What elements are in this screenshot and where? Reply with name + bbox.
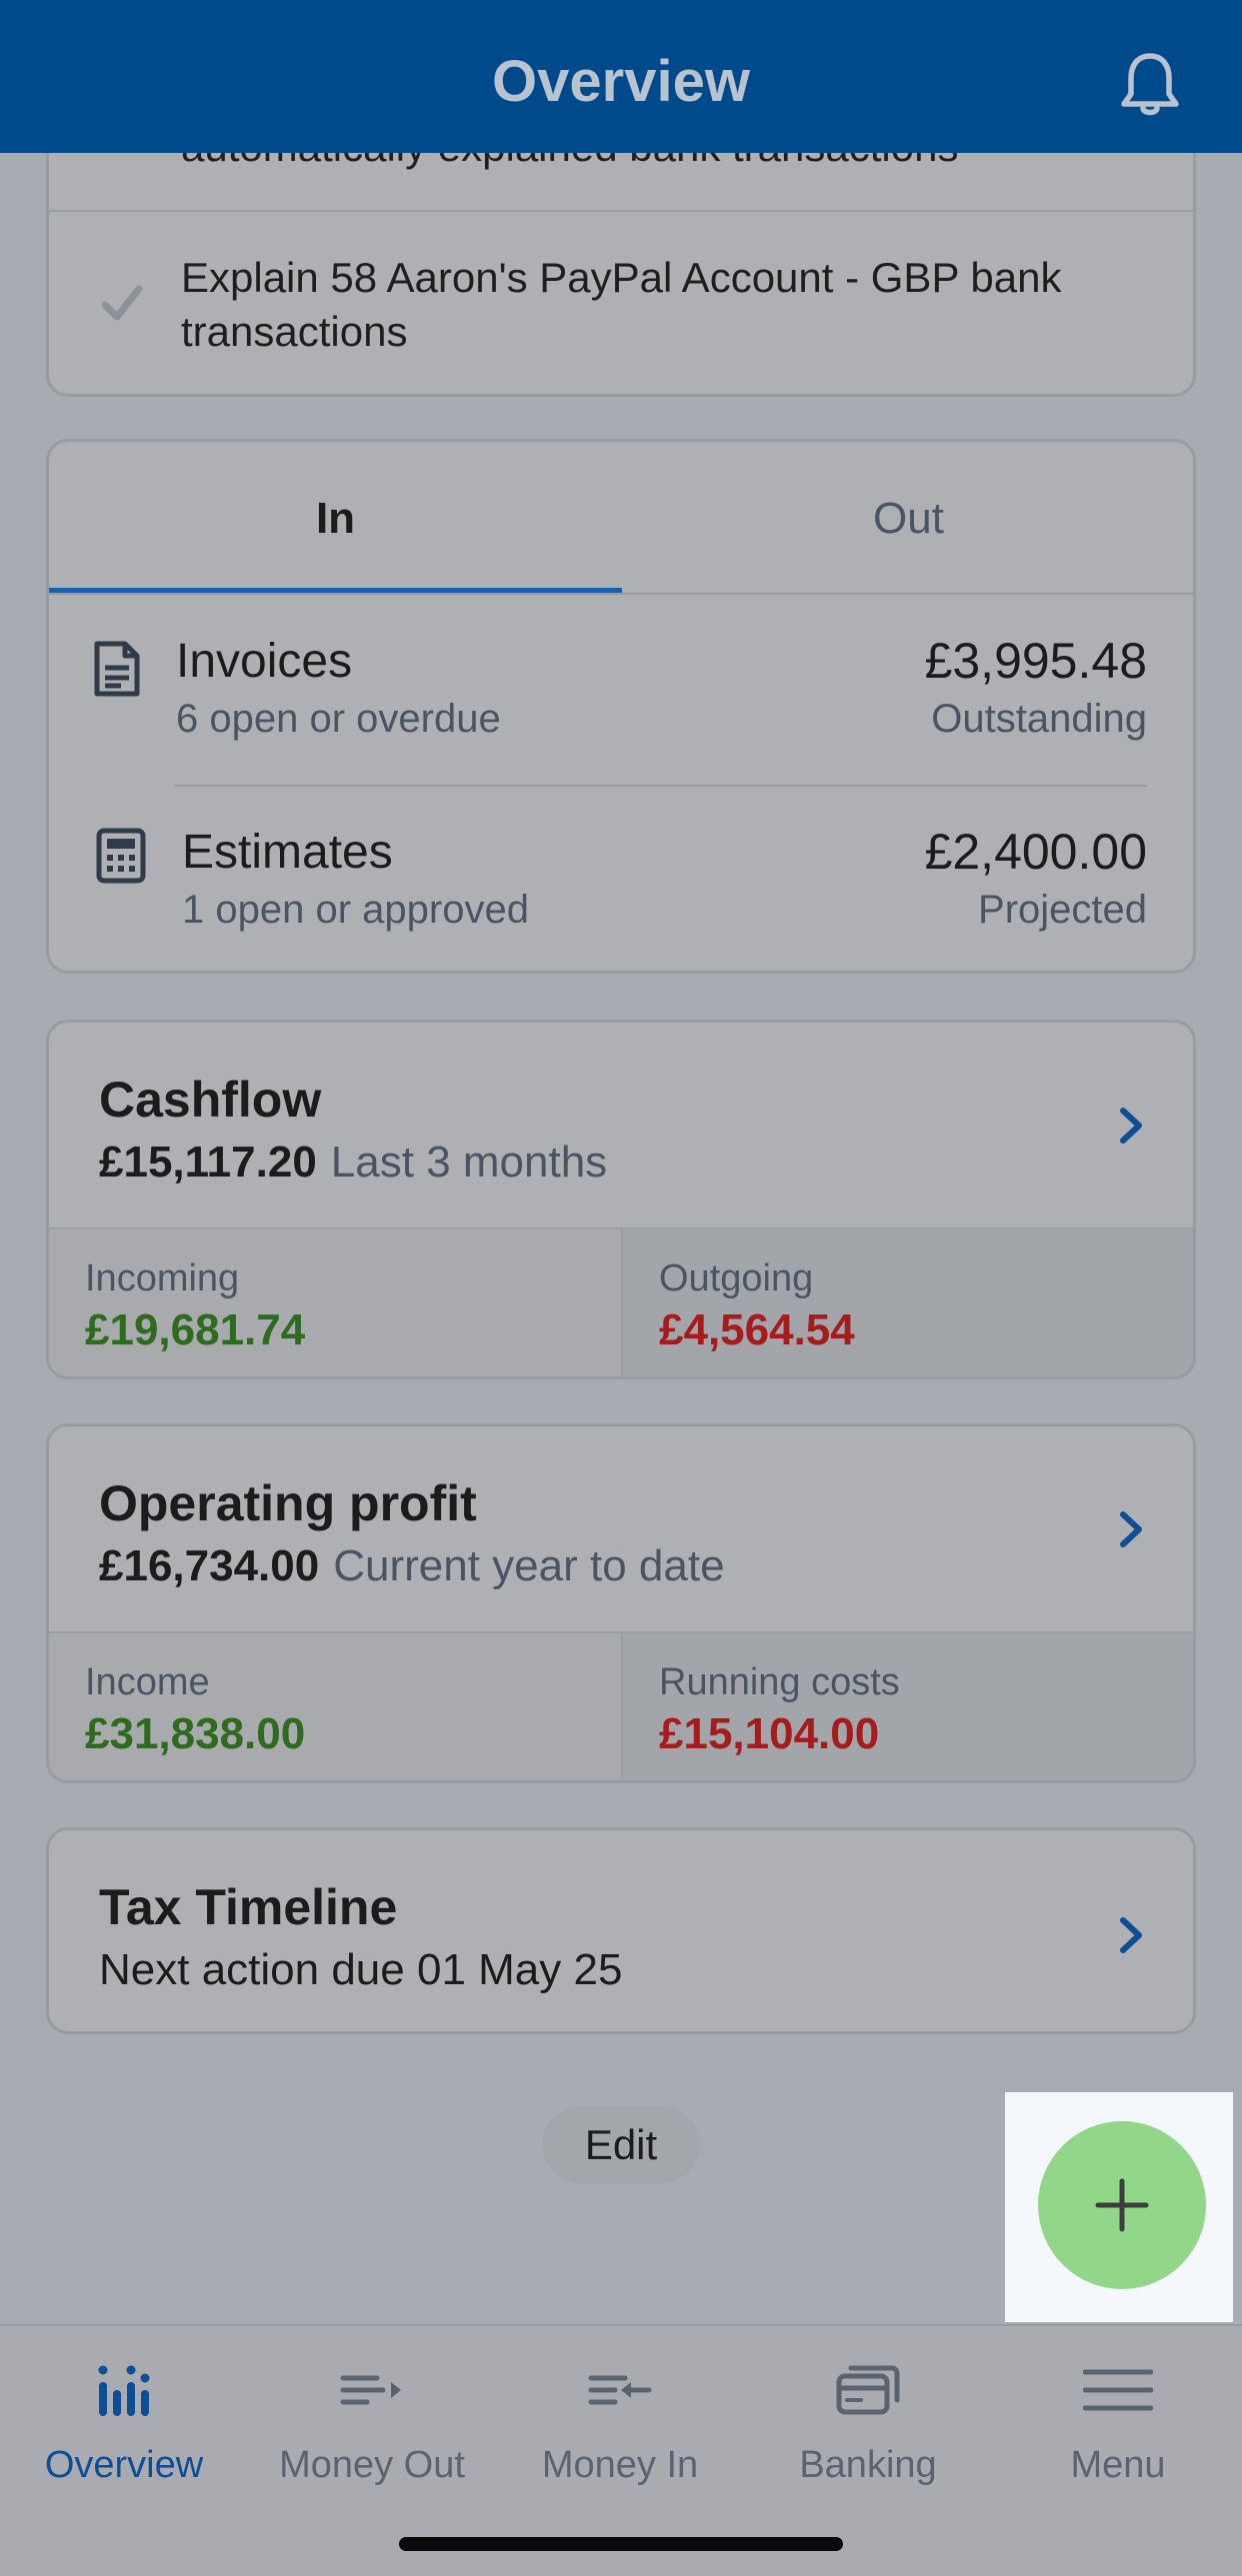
tax-timeline-card[interactable]: Tax Timeline Next action due 01 May 25	[46, 1827, 1196, 2034]
cashflow-card[interactable]: Cashflow £15,117.20 Last 3 months Incomin…	[46, 1020, 1196, 1379]
checkmark-icon[interactable]	[97, 279, 147, 329]
divider	[49, 593, 1193, 595]
money-out-icon	[340, 2375, 401, 2405]
nav-label: Banking	[799, 2444, 937, 2486]
task-item-label[interactable]: Explain 58 Aaron's PayPal Account - GBP …	[181, 251, 1181, 359]
bar-chart-icon	[98, 2365, 150, 2416]
profit-period: Current year to date	[333, 1541, 725, 1590]
bell-icon[interactable]	[1115, 50, 1185, 120]
profit-summary: Operating profit £16,734.00 Current year …	[49, 1426, 1193, 1631]
nav-item-money-in[interactable]: Money In	[496, 2326, 744, 2496]
incoming-value: £19,681.74	[85, 1305, 306, 1354]
estimates-amount: £2,400.00	[924, 824, 1147, 880]
divider	[174, 785, 1147, 787]
invoices-title: Invoices	[176, 635, 353, 688]
cashflow-period: Last 3 months	[330, 1138, 608, 1187]
invoices-amount: £3,995.48	[924, 633, 1147, 689]
incoming-label: Incoming	[85, 1258, 240, 1299]
nav-item-banking[interactable]: Banking	[744, 2326, 992, 2496]
add-button[interactable]	[1038, 2121, 1206, 2289]
income-cell: Income £31,838.00	[49, 1633, 621, 1780]
cashflow-line: £15,117.20 Last 3 months	[99, 1138, 607, 1188]
nav-label: Money Out	[279, 2444, 465, 2486]
bank-card-icon	[836, 2365, 900, 2415]
tax-timeline-subtitle: Next action due 01 May 25	[99, 1945, 623, 1994]
cashflow-title: Cashflow	[99, 1072, 322, 1128]
running-costs-label: Running costs	[659, 1661, 900, 1703]
profit-line: £16,734.00 Current year to date	[99, 1541, 725, 1591]
income-label: Income	[85, 1661, 210, 1703]
invoices-status: Outstanding	[931, 697, 1147, 741]
calculator-icon	[96, 828, 146, 884]
tab-out[interactable]: Out	[622, 442, 1193, 595]
search-icon[interactable]	[990, 50, 1060, 120]
hamburger-icon	[1083, 2369, 1153, 2411]
outgoing-label: Outgoing	[659, 1258, 814, 1299]
tax-timeline-title: Tax Timeline	[99, 1879, 398, 1935]
income-value: £31,838.00	[85, 1709, 306, 1758]
nav-item-overview[interactable]: Overview	[0, 2326, 248, 2496]
estimates-subtitle: 1 open or approved	[182, 888, 529, 932]
cashflow-value: £15,117.20	[99, 1138, 317, 1187]
incoming-cell: Incoming £19,681.74	[49, 1230, 621, 1376]
home-indicator	[399, 2537, 843, 2551]
estimates-status: Projected	[978, 888, 1147, 932]
nav-item-money-out[interactable]: Money Out	[248, 2326, 496, 2496]
app-header: Overview	[0, 0, 1242, 153]
overview-scroll-content[interactable]: automatically explained bank transaction…	[0, 0, 1242, 2324]
outgoing-value: £4,564.54	[659, 1305, 855, 1354]
running-costs-value: £15,104.00	[659, 1709, 880, 1758]
nav-label: Menu	[1070, 2444, 1166, 2486]
profit-title: Operating profit	[99, 1475, 477, 1531]
nav-label: Money In	[541, 2444, 699, 2486]
running-costs-cell: Running costs £15,104.00	[621, 1633, 1193, 1780]
plus-icon	[1095, 2178, 1149, 2232]
operating-profit-card[interactable]: Operating profit £16,734.00 Current year …	[46, 1423, 1196, 1783]
profit-value: £16,734.00	[99, 1541, 320, 1590]
invoices-subtitle: 6 open or overdue	[176, 697, 501, 741]
money-in-out-card: In Out Invoices 6 open or overdue £3,995…	[46, 439, 1196, 974]
nav-label: Overview	[44, 2444, 204, 2486]
edit-button[interactable]: Edit	[542, 2107, 700, 2183]
outgoing-cell: Outgoing £4,564.54	[621, 1230, 1193, 1376]
money-in-icon	[588, 2375, 652, 2405]
divider	[49, 210, 1193, 212]
chevron-right-icon[interactable]	[1111, 1910, 1151, 1960]
cashflow-summary: Cashflow £15,117.20 Last 3 months	[49, 1023, 1193, 1228]
tab-in[interactable]: In	[49, 442, 622, 595]
chevron-right-icon[interactable]	[1111, 1504, 1151, 1554]
estimates-title: Estimates	[182, 826, 393, 879]
profit-breakdown: Income £31,838.00 Running costs £15,104.…	[49, 1631, 1193, 1780]
nav-item-menu[interactable]: Menu	[994, 2326, 1242, 2496]
cashflow-breakdown: Incoming £19,681.74 Outgoing £4,564.54	[49, 1228, 1193, 1376]
document-icon	[94, 641, 140, 697]
chevron-right-icon[interactable]	[1111, 1101, 1151, 1151]
